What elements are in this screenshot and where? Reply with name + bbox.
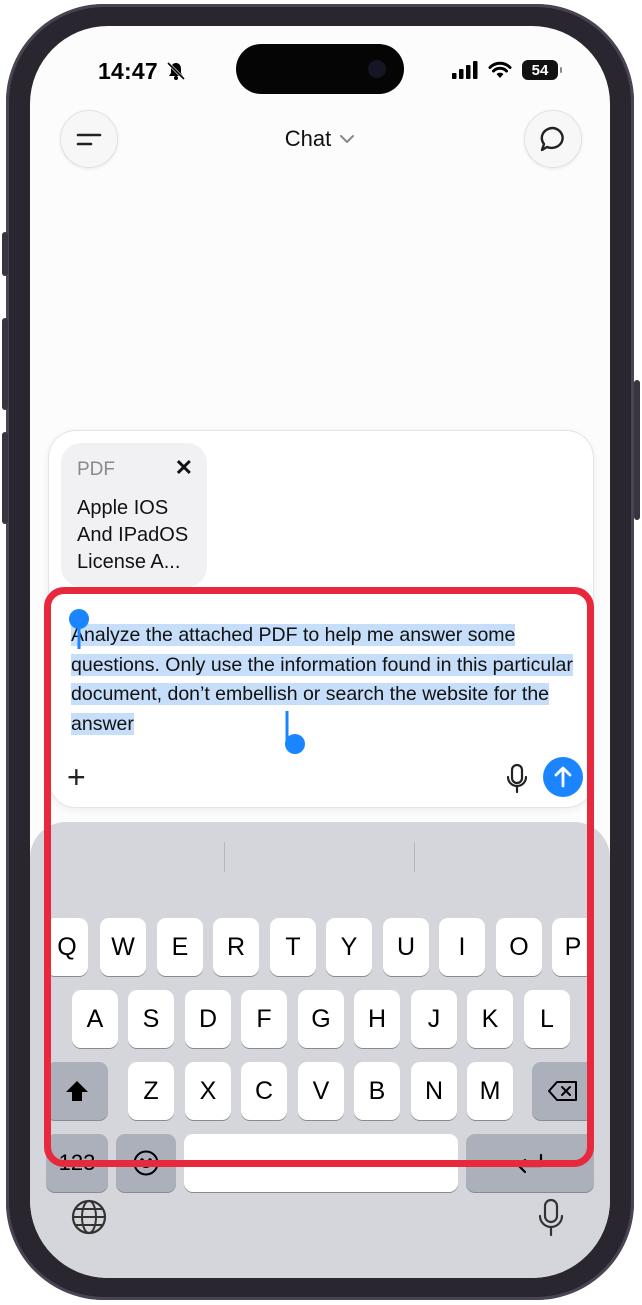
key-k[interactable]: K	[467, 990, 513, 1048]
battery-indicator: 54	[522, 60, 562, 80]
delete-backspace-icon	[548, 1081, 577, 1101]
key-t[interactable]: T	[270, 918, 316, 976]
side-button	[634, 380, 640, 520]
volume-down-button	[2, 432, 8, 524]
pdf-attachment-card[interactable]: PDF ✕ Apple IOS And IPadOS License A...	[61, 443, 207, 587]
key-j[interactable]: J	[411, 990, 457, 1048]
key-s[interactable]: S	[128, 990, 174, 1048]
remove-attachment-close-icon[interactable]: ✕	[175, 455, 193, 481]
send-button[interactable]	[543, 757, 583, 797]
key-x[interactable]: X	[185, 1062, 231, 1120]
key-l[interactable]: L	[524, 990, 570, 1048]
status-indicators: 54	[452, 60, 562, 80]
emoji-smiley-icon	[133, 1150, 159, 1176]
cellular-signal-icon	[452, 61, 478, 79]
message-input[interactable]: Analyze the attached PDF to help me answ…	[71, 621, 581, 739]
key-r[interactable]: R	[213, 918, 259, 976]
key-e[interactable]: E	[157, 918, 203, 976]
action-button	[2, 232, 8, 276]
selected-message-text: Analyze the attached PDF to help me answ…	[71, 624, 573, 735]
key-q[interactable]: Q	[46, 918, 88, 976]
shift-arrow-icon	[66, 1081, 88, 1101]
suggestion-divider	[224, 842, 225, 872]
selection-start-handle[interactable]	[68, 609, 90, 649]
new-chat-bubble-icon	[540, 126, 564, 152]
keyboard: Q W E R T Y U I O P A S D F G H J K L Z …	[30, 822, 610, 1278]
key-n[interactable]: N	[411, 1062, 457, 1120]
chat-title-selector[interactable]: Chat	[30, 126, 610, 152]
key-o[interactable]: O	[496, 918, 542, 976]
key-g[interactable]: G	[298, 990, 344, 1048]
dictation-mic-icon[interactable]	[505, 763, 529, 795]
front-camera	[368, 60, 386, 78]
wifi-icon	[488, 61, 512, 78]
key-w[interactable]: W	[100, 918, 146, 976]
key-m[interactable]: M	[467, 1062, 513, 1120]
key-b[interactable]: B	[354, 1062, 400, 1120]
key-y[interactable]: Y	[326, 918, 372, 976]
key-h[interactable]: H	[354, 990, 400, 1048]
new-chat-button[interactable]	[524, 110, 582, 168]
key-d[interactable]: D	[185, 990, 231, 1048]
key-c[interactable]: C	[241, 1062, 287, 1120]
key-a[interactable]: A	[72, 990, 118, 1048]
numbers-key[interactable]: 123	[46, 1134, 108, 1192]
arrow-up-icon	[554, 766, 572, 788]
message-composer: PDF ✕ Apple IOS And IPadOS License A... …	[48, 430, 594, 808]
globe-icon[interactable]	[70, 1198, 108, 1236]
shift-key[interactable]	[46, 1062, 108, 1120]
volume-up-button	[2, 318, 8, 410]
return-arrow-icon	[517, 1153, 543, 1174]
suggestion-divider	[414, 842, 415, 872]
screen: 14:47 54 Chat PDF ✕ Apple IOS And IPadOS…	[30, 26, 610, 1278]
emoji-key[interactable]	[116, 1134, 176, 1192]
selection-end-handle[interactable]	[281, 711, 305, 755]
key-v[interactable]: V	[298, 1062, 344, 1120]
key-i[interactable]: I	[439, 918, 485, 976]
status-time: 14:47	[98, 58, 158, 84]
attachment-type-label: PDF	[77, 459, 115, 480]
backspace-key[interactable]	[532, 1062, 594, 1120]
return-key[interactable]	[466, 1134, 594, 1192]
key-p[interactable]: P	[552, 918, 594, 976]
space-bar[interactable]	[184, 1134, 458, 1192]
key-u[interactable]: U	[383, 918, 429, 976]
page-title: Chat	[284, 126, 332, 151]
keyboard-mic-icon[interactable]	[536, 1198, 566, 1238]
silent-bell-icon	[166, 61, 186, 81]
key-f[interactable]: F	[241, 990, 287, 1048]
chevron-down-icon	[340, 135, 355, 143]
attachment-file-name: Apple IOS And IPadOS License A...	[77, 497, 189, 573]
add-attachment-plus-icon[interactable]: +	[67, 761, 86, 793]
key-z[interactable]: Z	[128, 1062, 174, 1120]
dynamic-island	[236, 44, 404, 94]
